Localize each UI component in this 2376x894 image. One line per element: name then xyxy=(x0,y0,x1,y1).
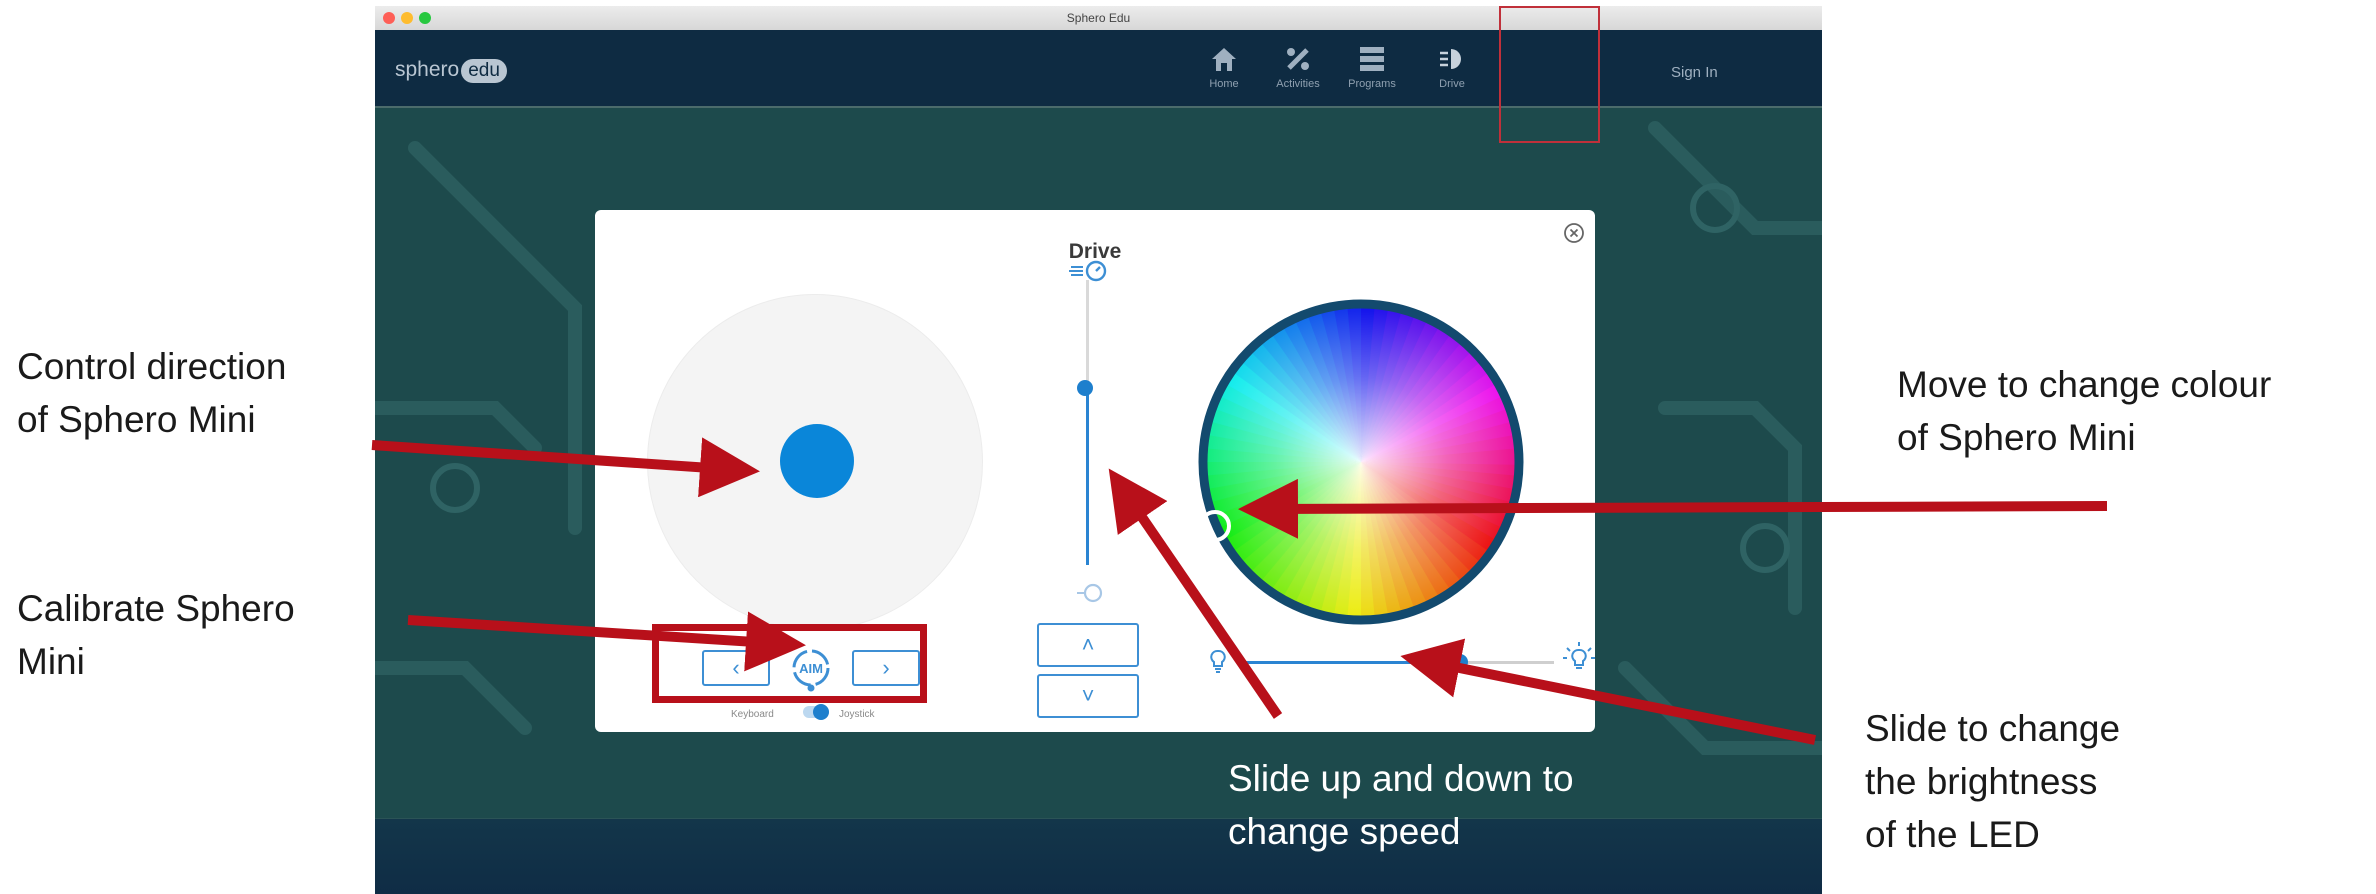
brightness-arrow xyxy=(1400,638,1816,745)
annotation-colour: Move to change colour of Sphero Mini xyxy=(1897,364,2272,458)
direction-arrow xyxy=(371,437,760,498)
annotation-calibrate: Calibrate Sphero Mini xyxy=(17,588,295,682)
annotation-direction: Control direction of Sphero Mini xyxy=(17,346,287,440)
annotation-brightness: Slide to change the brightness of the LE… xyxy=(1865,708,2121,855)
speed-arrow xyxy=(1108,468,1283,719)
annotation-speed: Slide up and down to change speed xyxy=(1228,758,1574,852)
colour-arrow xyxy=(1238,478,2108,539)
calibrate-arrow xyxy=(407,611,806,672)
